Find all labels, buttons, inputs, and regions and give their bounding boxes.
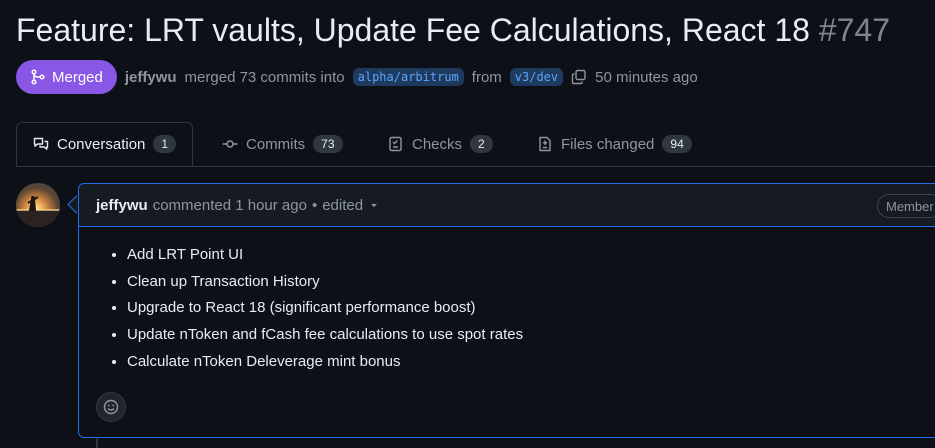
list-item: Add LRT Point UI	[127, 242, 523, 269]
pr-time: 50 minutes ago	[595, 68, 698, 86]
tab-files-changed-label: Files changed	[561, 135, 655, 153]
pr-title: Feature: LRT vaults, Update Fee Calculat…	[16, 10, 890, 50]
pr-title-text: Feature: LRT vaults, Update Fee Calculat…	[16, 12, 810, 48]
list-item: Calculate nToken Deleverage mint bonus	[127, 349, 523, 376]
from-text: from	[471, 68, 502, 86]
commit-icon	[222, 140, 238, 148]
timeline-rail	[96, 438, 98, 448]
tab-commits[interactable]: Commits 73	[222, 122, 343, 166]
pr-meta: Merged jeffywu merged 73 commits into al…	[16, 60, 698, 94]
list-item: Clean up Transaction History	[127, 269, 523, 296]
chevron-down-icon	[371, 204, 378, 207]
avatar[interactable]	[16, 183, 60, 227]
tab-checks-label: Checks	[412, 135, 463, 153]
tab-conversation-label: Conversation	[57, 135, 146, 153]
head-branch[interactable]: v3/dev	[509, 68, 564, 86]
comment-list: Add LRT Point UI Clean up Transaction Hi…	[127, 242, 523, 375]
list-item: Upgrade to React 18 (significant perform…	[127, 295, 523, 322]
comment-body: Add LRT Point UI Clean up Transaction Hi…	[79, 242, 523, 375]
pr-tabs: Conversation 1 Commits 73 Checks 2 Files…	[16, 122, 935, 167]
add-reaction-button[interactable]	[96, 392, 126, 422]
edited-label: edited	[322, 196, 364, 214]
conversation-icon	[33, 137, 49, 150]
base-branch[interactable]: alpha/arbitrum	[352, 68, 464, 86]
list-item: Update nToken and fCash fee calculations…	[127, 322, 523, 349]
member-badge: Member	[877, 194, 935, 218]
tab-commits-count: 73	[313, 135, 343, 153]
comment-author-link[interactable]: jeffywu	[96, 197, 148, 214]
file-diff-icon	[539, 136, 551, 152]
tab-checks-count: 2	[470, 135, 493, 153]
avatar-image	[16, 196, 60, 227]
checks-icon	[389, 136, 402, 152]
copy-icon[interactable]	[571, 69, 587, 85]
merge-text: merged 73 commits into	[184, 68, 345, 86]
tab-files-changed[interactable]: Files changed 94	[537, 122, 692, 166]
tab-commits-label: Commits	[246, 135, 306, 153]
edited-dropdown[interactable]: edited	[322, 197, 379, 214]
comment-box: jeffywu commented 1 hour ago • edited Me…	[78, 183, 935, 438]
tab-checks[interactable]: Checks 2	[388, 122, 493, 166]
pr-number: #747	[818, 12, 890, 48]
merged-label: Merged	[52, 68, 103, 86]
pr-author-link[interactable]: jeffywu	[125, 69, 177, 86]
comment-separator: •	[311, 196, 318, 214]
merge-icon	[31, 69, 45, 85]
comment-header: jeffywu commented 1 hour ago • edited Me…	[79, 184, 935, 227]
tab-conversation-count: 1	[153, 135, 177, 153]
tab-conversation[interactable]: Conversation 1	[16, 122, 194, 166]
tab-files-changed-count: 94	[662, 135, 692, 153]
merged-badge: Merged	[16, 60, 117, 94]
smiley-icon	[103, 399, 119, 415]
comment-action: commented 1 hour ago	[152, 196, 307, 214]
